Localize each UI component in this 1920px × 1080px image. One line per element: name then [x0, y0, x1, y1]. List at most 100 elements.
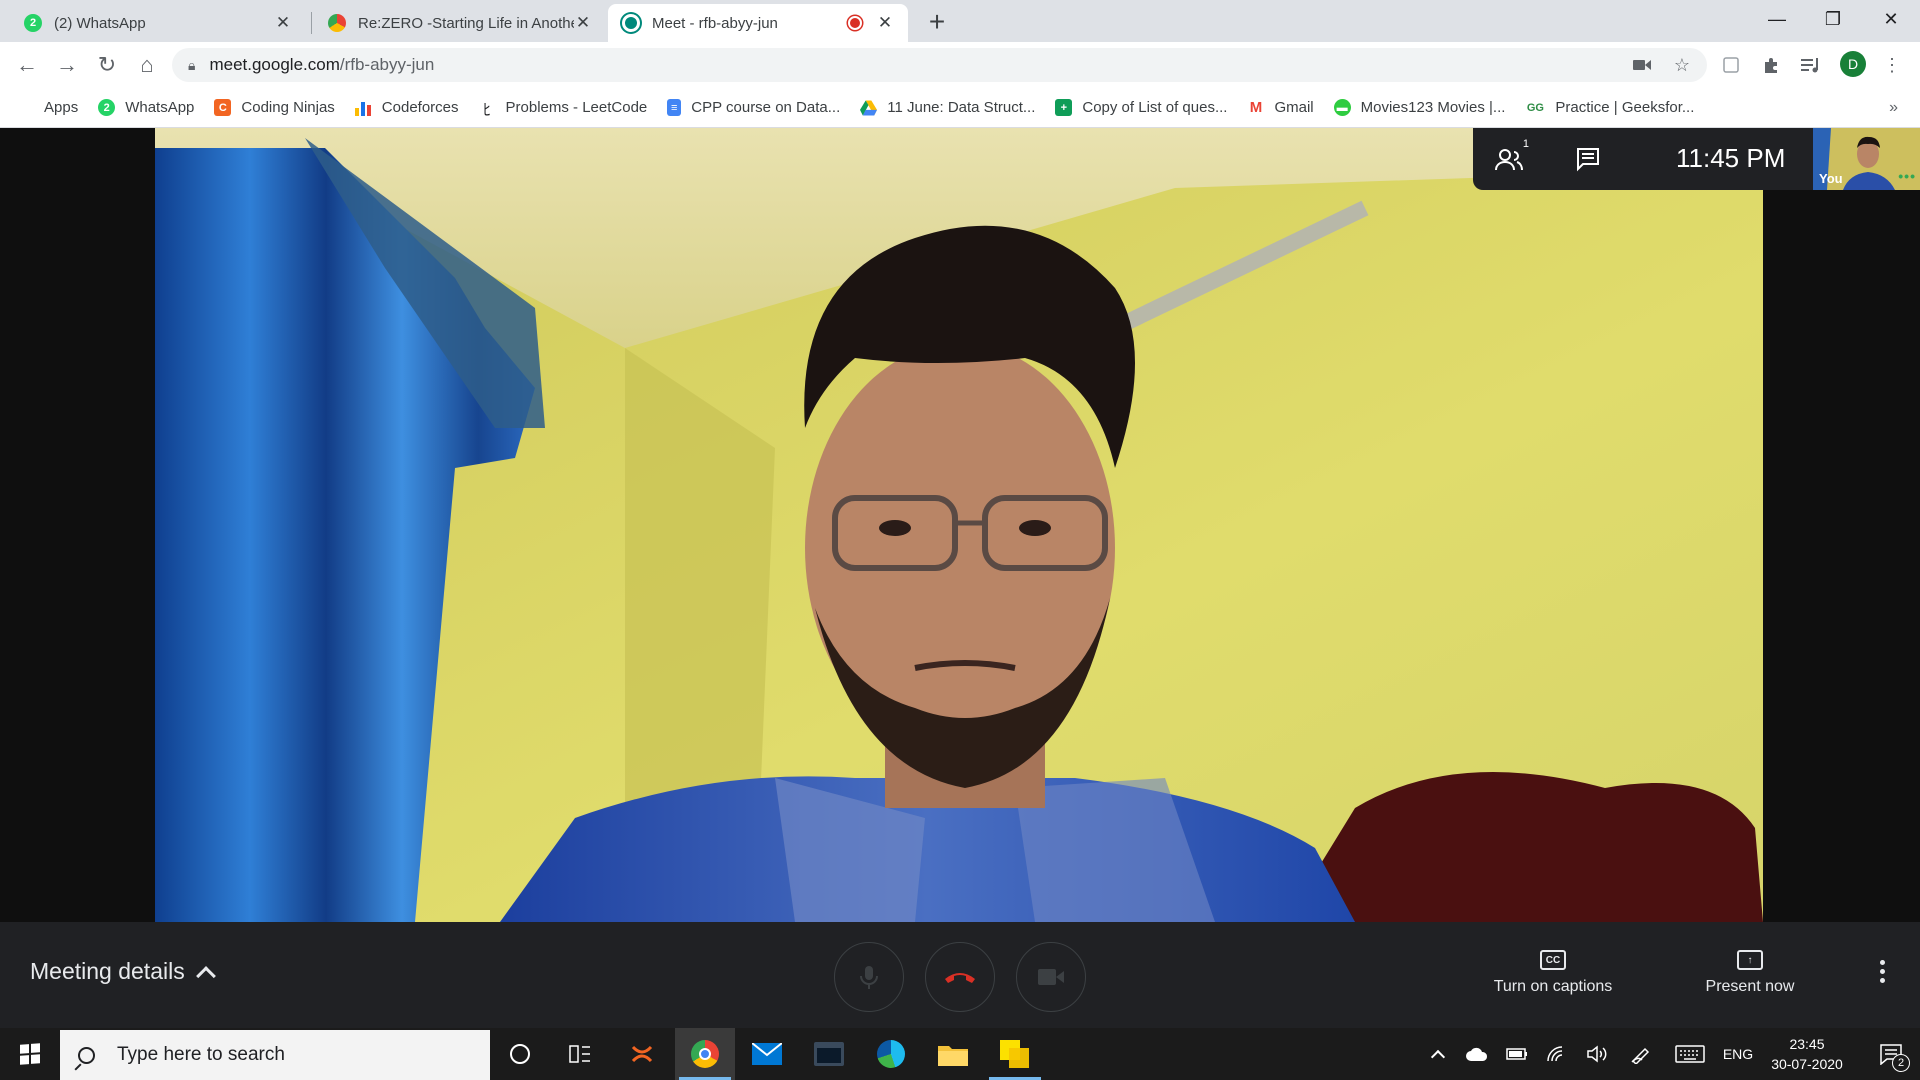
more-bookmarks-button[interactable]: »	[1889, 88, 1898, 128]
close-tab-icon[interactable]: ✕	[574, 13, 592, 33]
chevron-up-icon	[195, 965, 216, 986]
taskbar-time: 23:45	[1789, 1036, 1825, 1052]
present-label: Present now	[1705, 978, 1795, 995]
bookmark-label: CPP course on Data...	[691, 99, 841, 116]
minimize-button[interactable]: —	[1749, 0, 1805, 38]
meet-controls-bar: Meeting details CC Turn on captions ↑ Pr…	[0, 922, 1920, 1028]
battery-icon[interactable]	[1502, 1028, 1532, 1080]
task-view-icon[interactable]	[550, 1028, 610, 1080]
lock-icon: 🔒︎	[188, 56, 196, 73]
extensions-puzzle-icon[interactable]	[1756, 50, 1786, 80]
edge-browser-icon[interactable]	[861, 1028, 921, 1080]
pen-workspace-icon[interactable]	[1626, 1028, 1656, 1080]
profile-avatar[interactable]: D	[1840, 51, 1866, 77]
microphone-icon	[860, 966, 878, 989]
action-center-button[interactable]: 2	[1862, 1028, 1920, 1080]
taskbar-search-box[interactable]: Type here to search	[60, 1030, 490, 1080]
bookmark-apps[interactable]: Apps	[18, 99, 78, 116]
home-icon[interactable]: ⌂	[132, 50, 162, 80]
extension-pocket-icon[interactable]	[1716, 50, 1746, 80]
bookmark-whatsapp[interactable]: 2 WhatsApp	[98, 99, 194, 116]
meet-stage	[0, 128, 1920, 922]
bookmark-leetcode[interactable]: ﾋ Problems - LeetCode	[479, 99, 648, 119]
start-button[interactable]	[0, 1028, 60, 1080]
notification-count-badge: 2	[1892, 1054, 1910, 1072]
close-tab-icon[interactable]: ✕	[274, 13, 292, 33]
bookmark-cpp-course[interactable]: ≡ CPP course on Data...	[667, 99, 840, 116]
bookmark-label: Problems - LeetCode	[505, 99, 648, 116]
browser-toolbar: ← → ↻ ⌂ 🔒︎ meet.google.com/rfb-abyy-jun …	[0, 42, 1920, 88]
tab-divider	[311, 12, 312, 34]
close-window-button[interactable]: ✕	[1863, 0, 1919, 38]
tab-strip: 2 (2) WhatsApp ✕ Re:ZERO -Starting Life …	[0, 0, 1920, 42]
show-hidden-icons-icon[interactable]	[1424, 1028, 1452, 1080]
bookmark-geeksforgeeks[interactable]: GG Practice | Geeksfor...	[1525, 99, 1695, 116]
chat-icon[interactable]	[1571, 144, 1605, 174]
self-view-label: You	[1819, 171, 1843, 186]
file-explorer-icon[interactable]	[923, 1028, 983, 1080]
bookmark-label: Coding Ninjas	[241, 99, 335, 116]
recording-indicator-icon	[848, 16, 862, 30]
leave-call-button[interactable]	[925, 942, 995, 1012]
bookmark-data-structures[interactable]: 11 June: Data Struct...	[860, 99, 1035, 116]
sticky-notes-icon[interactable]	[985, 1028, 1045, 1080]
bookmark-coding-ninjas[interactable]: C Coding Ninjas	[214, 99, 335, 116]
url-host: meet.google.com	[209, 55, 340, 74]
self-view-thumbnail[interactable]: You •••	[1813, 128, 1920, 190]
apps-grid-icon	[18, 100, 34, 116]
reload-icon[interactable]: ↻	[92, 50, 122, 80]
mysql-workbench-icon[interactable]	[799, 1028, 859, 1080]
wifi-icon[interactable]	[1542, 1028, 1572, 1080]
snipping-tool-icon[interactable]	[612, 1028, 672, 1080]
back-arrow-icon[interactable]: ←	[12, 50, 42, 80]
coding-ninjas-icon: C	[214, 99, 232, 116]
restore-button[interactable]: ❐	[1805, 0, 1861, 38]
bookmark-star-icon[interactable]: ☆	[1667, 50, 1697, 80]
present-screen-icon: ↑	[1737, 950, 1763, 970]
touch-keyboard-icon[interactable]	[1672, 1028, 1708, 1080]
tab-whatsapp[interactable]: 2 (2) WhatsApp ✕	[10, 4, 306, 42]
bookmark-gmail[interactable]: M Gmail	[1247, 99, 1314, 116]
bookmark-codeforces[interactable]: Codeforces	[355, 99, 459, 116]
tab-rezero[interactable]: Re:ZERO -Starting Life in Another ✕	[314, 4, 606, 42]
main-video-feed	[155, 128, 1763, 922]
chrome-menu-icon[interactable]: ⋮	[1877, 50, 1907, 80]
tab-meet[interactable]: Meet - rfb-abyy-jun ✕	[608, 4, 908, 42]
bookmarks-bar: Apps 2 WhatsApp C Coding Ninjas Codeforc…	[0, 88, 1920, 128]
camera-icon	[1038, 969, 1064, 985]
onedrive-icon[interactable]	[1462, 1028, 1492, 1080]
whatsapp-icon: 2	[24, 14, 42, 32]
webcam-video-image	[155, 128, 1763, 922]
bookmark-label: Codeforces	[381, 99, 459, 116]
bookmark-label: Copy of List of ques...	[1082, 99, 1228, 116]
mail-icon[interactable]	[737, 1028, 797, 1080]
microphone-toggle-button[interactable]	[834, 942, 904, 1012]
media-control-icon[interactable]	[1796, 50, 1826, 80]
bookmark-label: Gmail	[1274, 99, 1314, 116]
volume-icon[interactable]	[1582, 1028, 1612, 1080]
forward-arrow-icon[interactable]: →	[52, 50, 82, 80]
turn-on-captions-button[interactable]: CC Turn on captions	[1483, 950, 1623, 996]
participants-icon[interactable]: 1	[1493, 138, 1529, 174]
new-tab-button[interactable]: +	[922, 6, 952, 38]
camera-in-use-icon[interactable]	[1627, 50, 1657, 80]
taskbar-clock[interactable]: 23:45 30-07-2020	[1762, 1034, 1852, 1074]
close-tab-icon[interactable]: ✕	[876, 13, 894, 33]
chrome-taskbar-icon[interactable]	[675, 1028, 735, 1080]
captions-label: Turn on captions	[1493, 978, 1613, 995]
bookmark-label: Movies123 Movies |...	[1360, 99, 1506, 116]
camera-toggle-button[interactable]	[1016, 942, 1086, 1012]
tab-title: Meet - rfb-abyy-jun	[652, 14, 778, 32]
bookmark-questions-list[interactable]: + Copy of List of ques...	[1055, 99, 1227, 116]
google-docs-icon: ≡	[667, 99, 682, 116]
google-drive-icon	[860, 99, 878, 116]
meeting-details-button[interactable]: Meeting details	[30, 958, 216, 986]
more-options-icon[interactable]	[1874, 960, 1890, 983]
present-now-button[interactable]: ↑ Present now	[1690, 950, 1810, 996]
tab-title: Re:ZERO -Starting Life in Another	[358, 14, 574, 32]
address-bar[interactable]: 🔒︎ meet.google.com/rfb-abyy-jun	[172, 48, 1707, 82]
windows-logo-icon	[20, 1043, 40, 1065]
input-language-indicator[interactable]: ENG	[1718, 1028, 1758, 1080]
cortana-icon[interactable]	[490, 1028, 550, 1080]
bookmark-movies123[interactable]: ▬ Movies123 Movies |...	[1333, 99, 1506, 116]
